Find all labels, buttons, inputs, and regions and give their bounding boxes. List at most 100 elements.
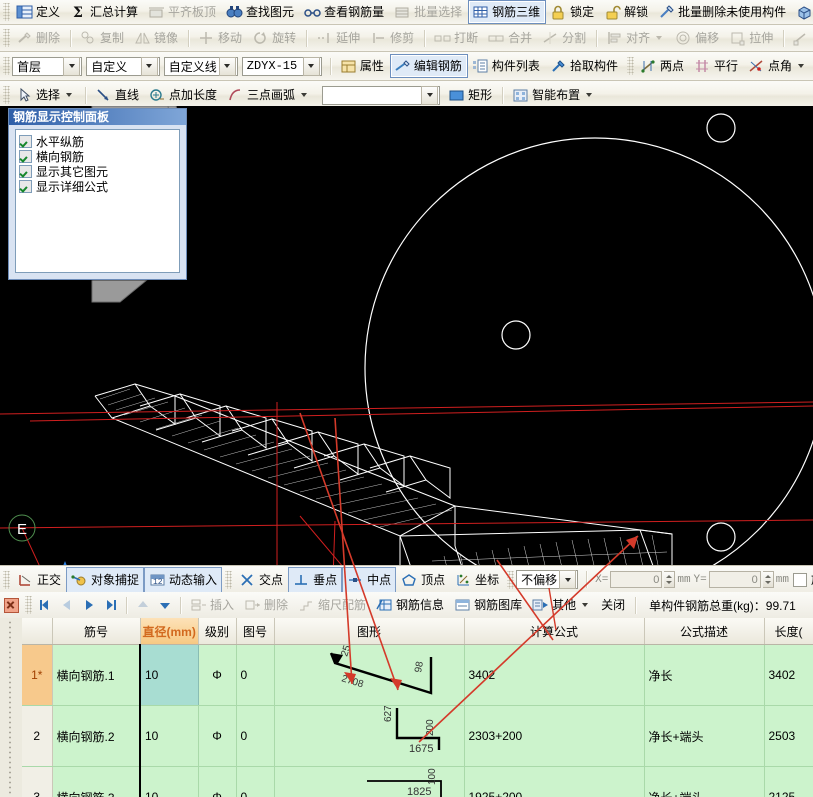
- toolbar-button-lock[interactable]: 锁定: [546, 0, 600, 24]
- rebar-button-other[interactable]: 其他: [528, 593, 597, 617]
- rebar-button-close[interactable]: 关闭: [597, 593, 631, 617]
- x-offset-input[interactable]: 0: [610, 571, 663, 588]
- toolbar-button-move[interactable]: 移动: [194, 26, 248, 50]
- checkbox-row-show-other-elements[interactable]: 显示其它图元: [19, 164, 176, 179]
- chevron-down-icon[interactable]: [302, 56, 320, 76]
- toolbar-button-mirror[interactable]: 镜像: [130, 26, 184, 50]
- column-header-bar-name[interactable]: 筋号: [52, 618, 141, 645]
- cell-length[interactable]: 2503: [764, 705, 813, 767]
- checkbox-icon[interactable]: [19, 150, 32, 163]
- cell-grade[interactable]: Φ: [198, 644, 237, 706]
- cell-diameter[interactable]: 10: [139, 766, 199, 797]
- rebar-button-insert[interactable]: 插入: [186, 593, 240, 617]
- nav-down-button[interactable]: [154, 595, 176, 615]
- chevron-down-icon[interactable]: [421, 85, 439, 105]
- cell-grade[interactable]: Φ: [198, 766, 237, 797]
- cell-shape[interactable]: 255 2708 98: [274, 644, 465, 706]
- x-offset-field[interactable]: X= 0 mm: [595, 571, 691, 588]
- nav-last-button[interactable]: [100, 595, 122, 615]
- toolbar-button-break[interactable]: 打断: [430, 26, 484, 50]
- toolbar-button-line[interactable]: 直线: [91, 83, 145, 107]
- snap-mode-coordinate[interactable]: 坐标: [450, 567, 504, 593]
- cell-shape[interactable]: 1825 100: [274, 766, 465, 797]
- cell-formula[interactable]: 2303+200: [464, 705, 645, 767]
- column-header-rownum[interactable]: [22, 618, 53, 645]
- nav-prev-button[interactable]: [56, 595, 78, 615]
- toolbar-button-parallel[interactable]: 平行: [690, 54, 744, 78]
- column-header-formula[interactable]: 计算公式: [464, 618, 645, 645]
- rotate-checkbox[interactable]: [792, 572, 807, 587]
- cell-formula[interactable]: 1925+200: [464, 766, 645, 797]
- cell-diameter[interactable]: 10: [139, 705, 199, 767]
- chevron-down-icon[interactable]: [798, 64, 804, 68]
- toolbar-grip[interactable]: [25, 596, 32, 614]
- cell-bar-name[interactable]: 横向钢筋.2: [52, 705, 141, 767]
- toolbar-button-3d-view[interactable]: 三维: [792, 0, 813, 24]
- toolbar-button-rebar-3d[interactable]: 钢筋三维: [468, 0, 547, 24]
- toolbar-button-properties[interactable]: 属性: [336, 54, 390, 78]
- toolbar-button-extend[interactable]: 延伸: [312, 26, 366, 50]
- cell-length[interactable]: 2125: [764, 766, 813, 797]
- toolbar-button-batch-delete-unused[interactable]: 批量删除未使用构件: [654, 0, 792, 24]
- component-type-combo[interactable]: 自定义: [86, 56, 160, 76]
- draw-style-combo[interactable]: [322, 85, 441, 105]
- cell-fig-no[interactable]: 0: [236, 766, 275, 797]
- toolbar-button-offset[interactable]: 偏移: [671, 26, 725, 50]
- row-number[interactable]: 2: [22, 705, 53, 767]
- chevron-down-icon[interactable]: [656, 36, 663, 40]
- toolbar-grip[interactable]: [626, 57, 634, 75]
- snap-mode-vertex[interactable]: 顶点: [396, 567, 450, 593]
- cell-bar-name[interactable]: 横向钢筋.3: [52, 766, 141, 797]
- nav-first-button[interactable]: [34, 595, 56, 615]
- chevron-down-icon[interactable]: [66, 93, 73, 97]
- toolbar-button-smart-layout[interactable]: 智能布置: [508, 83, 601, 107]
- column-header-formula-desc[interactable]: 公式描述: [644, 618, 765, 645]
- offset-mode-combo[interactable]: 不偏移: [516, 570, 579, 589]
- chevron-down-icon[interactable]: [586, 93, 593, 97]
- toolbar-grip[interactable]: [3, 3, 10, 21]
- toolbar-button-split[interactable]: 分割: [538, 26, 592, 50]
- column-header-diameter[interactable]: 直径(mm): [140, 618, 199, 645]
- table-row[interactable]: 3 横向钢筋.3 10 Φ 0 1825 100: [22, 766, 813, 797]
- toolbar-button-rotate[interactable]: 旋转: [248, 26, 302, 50]
- toolbar-button-three-point-arc[interactable]: 三点画弧: [223, 83, 316, 107]
- table-row[interactable]: 2 横向钢筋.2 10 Φ 0 627 1675 200 2303+200 净长…: [22, 705, 813, 767]
- component-kind-combo[interactable]: 自定义线: [163, 56, 238, 76]
- x-offset-spinner[interactable]: [664, 571, 676, 588]
- toolbar-button-stretch[interactable]: 拉伸: [725, 26, 779, 50]
- cell-length[interactable]: 3402: [764, 644, 813, 706]
- toolbar-button-find-element[interactable]: 查找图元: [222, 0, 300, 24]
- snap-toggle-dynamic-input[interactable]: 12 动态输入: [144, 566, 223, 593]
- chevron-down-icon[interactable]: [301, 93, 308, 97]
- toolbar-button-align-slab-top[interactable]: 平齐板顶: [144, 0, 222, 24]
- row-number[interactable]: 1*: [22, 644, 53, 706]
- cell-formula-desc[interactable]: 净长+端头: [644, 705, 765, 767]
- table-row[interactable]: 1* 横向钢筋.1 10 Φ 0 255 2708 98 3402 净长 340…: [22, 644, 813, 706]
- component-name-combo[interactable]: ZDYX-15: [241, 56, 322, 76]
- rebar-button-rebar-info[interactable]: 钢筋信息: [372, 593, 450, 617]
- toolbar-button-component-list[interactable]: 构件列表: [468, 54, 546, 78]
- toolbar-button-edit-rebar[interactable]: 编辑钢筋: [389, 54, 468, 78]
- toolbar-button-pick-component[interactable]: 拾取构件: [546, 54, 624, 78]
- cell-fig-no[interactable]: 0: [236, 705, 275, 767]
- checkbox-row-transverse-rebar[interactable]: 横向钢筋: [19, 149, 176, 164]
- rebar-display-control-panel[interactable]: 钢筋显示控制面板 水平纵筋 横向钢筋 显示其它图元 显示详细公式: [8, 108, 187, 280]
- checkbox-row-horizontal-longitudinal[interactable]: 水平纵筋: [19, 134, 176, 149]
- toolbar-button-point-angle[interactable]: 点角: [744, 54, 813, 78]
- y-offset-field[interactable]: Y= 0 mm: [694, 571, 789, 588]
- snap-mode-intersection[interactable]: 交点: [234, 567, 288, 593]
- rebar-data-grid[interactable]: 筋号 直径(mm) 级别 图号 图形 计算公式 公式描述 长度( 1* 横向钢筋…: [0, 618, 813, 797]
- toolbar-grip[interactable]: [3, 57, 10, 75]
- cell-fig-no[interactable]: 0: [236, 644, 275, 706]
- row-number[interactable]: 3: [22, 766, 53, 797]
- cell-formula-desc[interactable]: 净长+端头: [644, 766, 765, 797]
- checkbox-icon[interactable]: [19, 180, 32, 193]
- toolbar-button-define[interactable]: 定义: [12, 0, 66, 24]
- toolbar-button-batch-select[interactable]: 批量选择: [390, 0, 468, 24]
- cell-bar-name[interactable]: 横向钢筋.1: [52, 644, 141, 706]
- chevron-down-icon[interactable]: [582, 603, 589, 607]
- toolbar-button-point-add-length[interactable]: 点加长度: [145, 83, 223, 107]
- toolbar-button-trim[interactable]: 修剪: [366, 26, 420, 50]
- toolbar-button-two-point[interactable]: 两点: [636, 54, 690, 78]
- y-offset-input[interactable]: 0: [708, 571, 761, 588]
